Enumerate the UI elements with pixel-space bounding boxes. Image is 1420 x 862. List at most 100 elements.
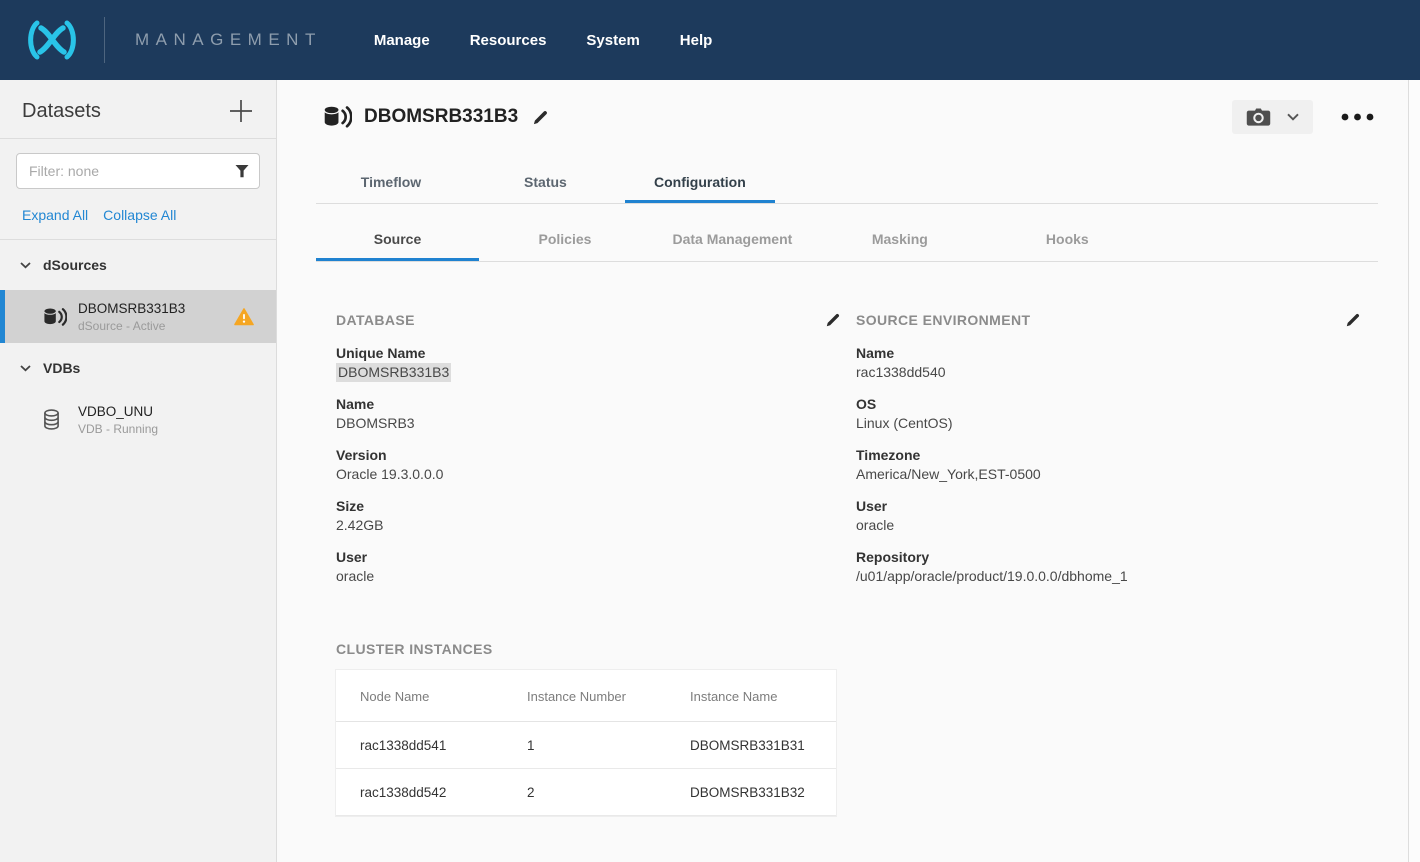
cell-instance-name: DBOMSRB331B31 bbox=[666, 722, 836, 769]
main-menu: Manage Resources System Help bbox=[374, 32, 712, 49]
field-value: 2.42GB bbox=[336, 516, 841, 535]
cell-node-name: rac1338dd541 bbox=[336, 722, 503, 769]
subtab-data-management[interactable]: Data Management bbox=[651, 204, 814, 261]
col-node-name: Node Name bbox=[336, 670, 503, 722]
field-label: Size bbox=[336, 497, 841, 516]
dsource-icon bbox=[43, 306, 70, 328]
dataset-name: VDBO_UNU bbox=[78, 404, 262, 419]
warning-icon bbox=[234, 308, 254, 326]
top-navbar: MANAGEMENT Manage Resources System Help bbox=[0, 0, 1420, 80]
field-label: Repository bbox=[856, 548, 1361, 567]
database-section-title: DATABASE bbox=[336, 312, 415, 328]
dataset-status: VDB - Running bbox=[78, 422, 262, 436]
cell-instance-number: 2 bbox=[503, 769, 666, 816]
field-value: DBOMSRB331B3 bbox=[336, 363, 451, 382]
plus-icon bbox=[228, 98, 254, 124]
tab-timeflow[interactable]: Timeflow bbox=[316, 164, 466, 203]
field-value: America/New_York,EST-0500 bbox=[856, 465, 1361, 484]
edit-title-pencil-icon[interactable] bbox=[532, 109, 549, 126]
field-user: User oracle bbox=[336, 548, 841, 586]
cell-instance-number: 1 bbox=[503, 722, 666, 769]
field-unique-name: Unique Name DBOMSRB331B3 bbox=[336, 344, 841, 382]
field-label: Timezone bbox=[856, 446, 1361, 465]
dataset-status: dSource - Active bbox=[78, 319, 234, 333]
cell-instance-name: DBOMSRB331B32 bbox=[666, 769, 836, 816]
filter-funnel-icon[interactable] bbox=[235, 164, 249, 178]
more-actions-button[interactable] bbox=[1337, 109, 1378, 125]
subtab-masking[interactable]: Masking bbox=[818, 204, 981, 261]
field-value: rac1338dd540 bbox=[856, 363, 1361, 382]
field-version: Version Oracle 19.3.0.0.0 bbox=[336, 446, 841, 484]
sidebar-title: Datasets bbox=[22, 100, 101, 123]
sidebar-item-vdbo-unu[interactable]: VDBO_UNU VDB - Running bbox=[0, 393, 276, 446]
field-size: Size 2.42GB bbox=[336, 497, 841, 535]
field-value: oracle bbox=[856, 516, 1361, 535]
chevron-down-icon bbox=[20, 365, 31, 372]
field-label: Unique Name bbox=[336, 344, 841, 363]
tab-configuration[interactable]: Configuration bbox=[625, 164, 775, 203]
subtab-source[interactable]: Source bbox=[316, 204, 479, 261]
sidebar-item-dbomsrb331b3[interactable]: DBOMSRB331B3 dSource - Active bbox=[0, 290, 276, 343]
subtab-policies[interactable]: Policies bbox=[483, 204, 646, 261]
configuration-subtabs: Source Policies Data Management Masking … bbox=[316, 204, 1378, 262]
group-label: VDBs bbox=[43, 360, 80, 376]
filter-input[interactable] bbox=[16, 153, 260, 189]
col-instance-name: Instance Name bbox=[666, 670, 836, 722]
subtab-hooks[interactable]: Hooks bbox=[986, 204, 1149, 261]
cluster-instances-table: Node Name Instance Number Instance Name … bbox=[336, 670, 836, 816]
dataset-name: DBOMSRB331B3 bbox=[78, 301, 234, 316]
database-section: DATABASE Unique Name DBOMSRB331B3 Name D… bbox=[336, 312, 841, 599]
menu-help[interactable]: Help bbox=[680, 32, 713, 49]
delphix-logo[interactable] bbox=[0, 18, 104, 62]
menu-resources[interactable]: Resources bbox=[470, 32, 547, 49]
field-env-user: User oracle bbox=[856, 497, 1361, 535]
source-environment-section: SOURCE ENVIRONMENT Name rac1338dd540 OS … bbox=[856, 312, 1361, 599]
field-name: Name DBOMSRB3 bbox=[336, 395, 841, 433]
field-env-name: Name rac1338dd540 bbox=[856, 344, 1361, 382]
edit-database-pencil-icon[interactable] bbox=[825, 312, 841, 328]
field-label: User bbox=[336, 548, 841, 567]
tab-status[interactable]: Status bbox=[470, 164, 620, 203]
snapshot-button[interactable] bbox=[1232, 100, 1313, 134]
navbar-divider bbox=[104, 17, 105, 63]
field-timezone: Timezone America/New_York,EST-0500 bbox=[856, 446, 1361, 484]
menu-system[interactable]: System bbox=[586, 32, 639, 49]
page-title: DBOMSRB331B3 bbox=[364, 106, 518, 128]
expand-all-link[interactable]: Expand All bbox=[22, 207, 88, 223]
chevron-down-icon bbox=[1287, 113, 1299, 121]
field-label: Name bbox=[856, 344, 1361, 363]
group-label: dSources bbox=[43, 257, 107, 273]
field-label: Name bbox=[336, 395, 841, 414]
group-dsources[interactable]: dSources bbox=[0, 240, 276, 290]
table-header-row: Node Name Instance Number Instance Name bbox=[336, 670, 836, 722]
add-dataset-button[interactable] bbox=[228, 98, 254, 124]
main-content: DBOMSRB331B3 bbox=[278, 80, 1408, 862]
col-instance-number: Instance Number bbox=[503, 670, 666, 722]
page-header: DBOMSRB331B3 bbox=[323, 100, 1378, 134]
field-value: oracle bbox=[336, 567, 841, 586]
app-brand-label: MANAGEMENT bbox=[135, 30, 322, 50]
collapse-all-link[interactable]: Collapse All bbox=[103, 207, 176, 223]
field-os: OS Linux (CentOS) bbox=[856, 395, 1361, 433]
cell-node-name: rac1338dd542 bbox=[336, 769, 503, 816]
menu-manage[interactable]: Manage bbox=[374, 32, 430, 49]
dsource-icon bbox=[323, 104, 352, 130]
field-label: OS bbox=[856, 395, 1361, 414]
table-row[interactable]: rac1338dd541 1 DBOMSRB331B31 bbox=[336, 722, 836, 769]
field-label: Version bbox=[336, 446, 841, 465]
table-row[interactable]: rac1338dd542 2 DBOMSRB331B32 bbox=[336, 769, 836, 816]
cluster-instances-title: CLUSTER INSTANCES bbox=[336, 641, 836, 657]
group-vdbs[interactable]: VDBs bbox=[0, 343, 276, 393]
camera-icon bbox=[1246, 107, 1271, 127]
vertical-scrollbar[interactable] bbox=[1408, 80, 1420, 862]
delphix-logo-icon bbox=[24, 18, 80, 62]
edit-source-environment-pencil-icon[interactable] bbox=[1345, 312, 1361, 328]
field-value: Linux (CentOS) bbox=[856, 414, 1361, 433]
primary-tabs: Timeflow Status Configuration bbox=[316, 164, 1378, 204]
field-value: DBOMSRB3 bbox=[336, 414, 841, 433]
chevron-down-icon bbox=[20, 262, 31, 269]
cluster-instances-section: CLUSTER INSTANCES Node Name Instance Num… bbox=[336, 641, 836, 816]
source-environment-section-title: SOURCE ENVIRONMENT bbox=[856, 312, 1030, 328]
field-label: User bbox=[856, 497, 1361, 516]
field-repository: Repository /u01/app/oracle/product/19.0.… bbox=[856, 548, 1361, 586]
